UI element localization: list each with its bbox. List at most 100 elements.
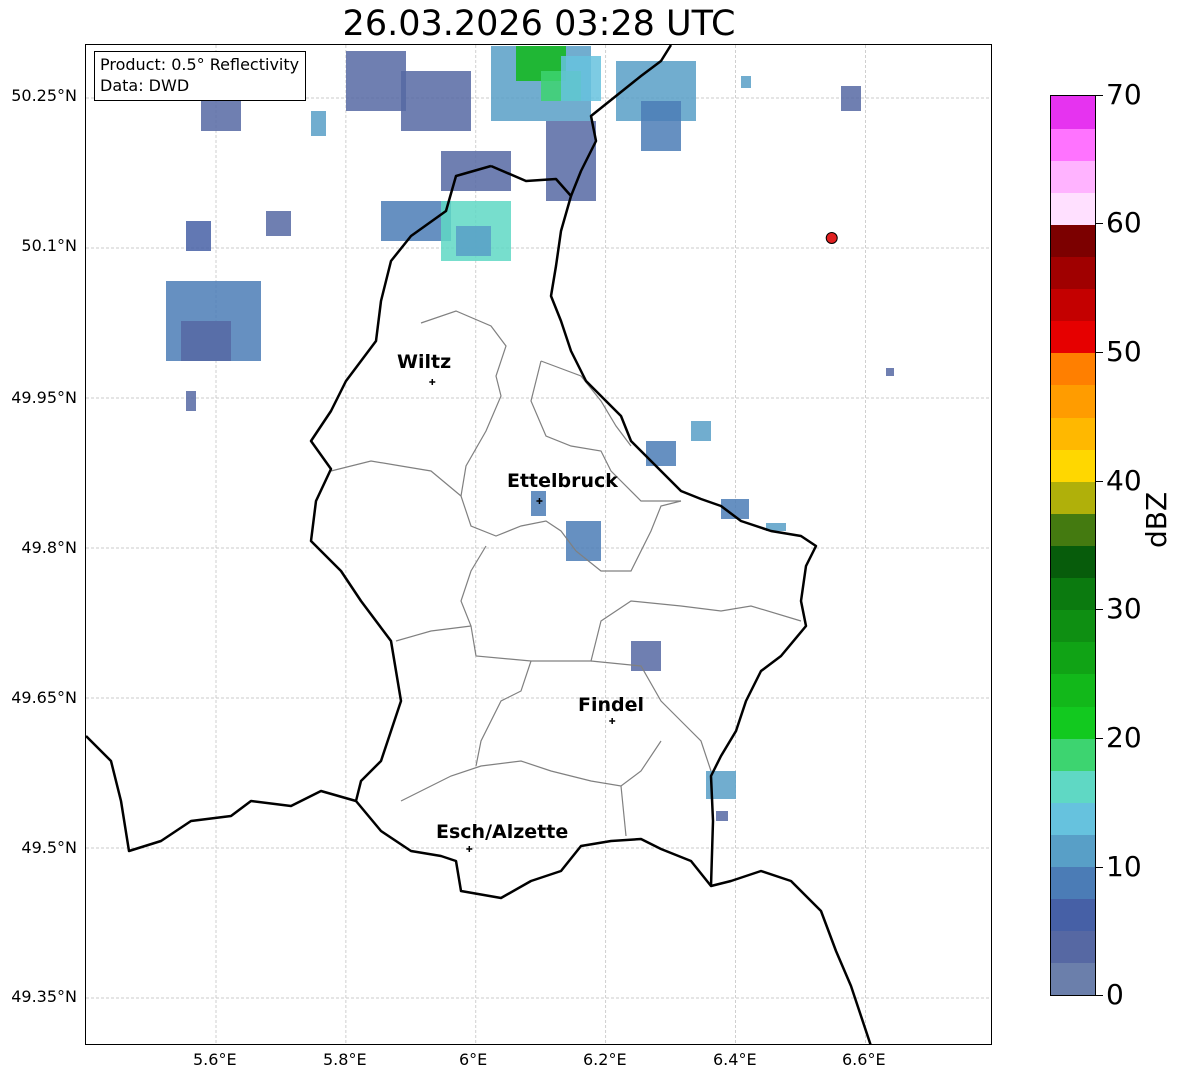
lat-label: 49.65°N xyxy=(11,688,77,707)
colorbar-band xyxy=(1051,288,1095,322)
colorbar-tick-label: 40 xyxy=(1106,464,1142,497)
colorbar-tick-label: 60 xyxy=(1106,206,1142,239)
radar-echo xyxy=(381,201,451,241)
canton-boundary xyxy=(460,495,577,552)
canton-boundary xyxy=(540,360,632,447)
colorbar-tick-label: 50 xyxy=(1106,335,1142,368)
radar-echoes xyxy=(166,46,894,821)
lat-label: 50.1°N xyxy=(21,236,77,255)
colorbar-band xyxy=(1051,128,1095,161)
colorbar-band xyxy=(1051,224,1095,258)
radar-echo xyxy=(691,421,711,441)
colorbar-band xyxy=(1051,738,1095,771)
radar-echo xyxy=(631,641,661,671)
colorbar-tick xyxy=(1096,738,1103,739)
colorbar-band xyxy=(1051,320,1095,354)
city-label-esch-alzette: Esch/Alzette xyxy=(436,821,569,843)
grid-lines xyxy=(86,45,991,1044)
colorbar-band xyxy=(1051,192,1095,225)
map-canvas[interactable] xyxy=(86,45,992,1045)
colorbar-band xyxy=(1051,96,1095,129)
lat-label: 49.35°N xyxy=(11,987,77,1006)
info-box: Product: 0.5° Reflectivity Data: DWD xyxy=(94,51,307,101)
colorbar-tick xyxy=(1096,481,1103,482)
lon-label: 6.6°E xyxy=(842,1050,886,1069)
radar-echo xyxy=(311,111,326,136)
colorbar-tick-label: 10 xyxy=(1106,850,1142,883)
colorbar-tick-label: 70 xyxy=(1106,78,1142,111)
radar-site-marker xyxy=(825,232,838,244)
lon-label: 6.4°E xyxy=(713,1050,757,1069)
lat-label: 49.5°N xyxy=(21,838,77,857)
product-label: Product: 0.5° Reflectivity xyxy=(100,55,300,74)
colorbar-band xyxy=(1051,609,1095,643)
city-label-findel: Findel xyxy=(578,694,645,716)
colorbar-band xyxy=(1051,930,1095,964)
colorbar-tick xyxy=(1096,223,1103,224)
radar-echo xyxy=(561,56,601,101)
colorbar-band xyxy=(1051,352,1095,386)
map-title: 26.03.2026 03:28 UTC xyxy=(342,4,736,44)
canton-boundary xyxy=(330,460,462,497)
colorbar-band xyxy=(1051,673,1095,707)
colorbar-band xyxy=(1051,481,1095,514)
colorbar-band xyxy=(1051,802,1095,835)
country-border xyxy=(86,735,357,853)
country-borders xyxy=(86,45,872,1044)
colorbar-band xyxy=(1051,962,1095,996)
colorbar-band xyxy=(1051,834,1095,868)
colorbar-tick xyxy=(1096,95,1103,96)
colorbar-tick-label: 0 xyxy=(1106,978,1124,1011)
radar-echo xyxy=(546,121,596,201)
radar-echo xyxy=(186,221,211,251)
radar-echo xyxy=(641,101,681,151)
radar-echo xyxy=(456,226,491,256)
radar-echo xyxy=(841,86,861,111)
canton-boundary xyxy=(420,310,507,497)
colorbar-tick xyxy=(1096,352,1103,353)
canton-boundary xyxy=(620,785,627,837)
lon-label: 6°E xyxy=(459,1050,488,1069)
colorbar-band xyxy=(1051,577,1095,611)
lon-label: 5.6°E xyxy=(193,1050,237,1069)
radar-echo xyxy=(346,51,406,111)
radar-echo xyxy=(716,811,728,821)
colorbar xyxy=(1050,95,1096,996)
country-border xyxy=(309,164,872,1044)
radar-echo xyxy=(531,491,546,516)
canton-boundaries xyxy=(330,310,802,837)
lon-label: 6.2°E xyxy=(583,1050,627,1069)
city-label-ettelbruck: Ettelbruck xyxy=(507,470,618,492)
radar-echo xyxy=(266,211,291,236)
colorbar-tick-label: 20 xyxy=(1106,721,1142,754)
canton-boundary xyxy=(590,660,712,772)
canton-boundary xyxy=(475,660,532,767)
colorbar-band xyxy=(1051,770,1095,803)
data-source-label: Data: DWD xyxy=(100,76,190,95)
lat-label: 50.25°N xyxy=(11,86,77,105)
colorbar-band xyxy=(1051,898,1095,932)
colorbar-tick-label: 30 xyxy=(1106,592,1142,625)
radar-echo xyxy=(566,521,601,561)
colorbar-band xyxy=(1051,417,1095,450)
colorbar-band xyxy=(1051,384,1095,418)
colorbar-band xyxy=(1051,641,1095,675)
colorbar-band xyxy=(1051,160,1095,193)
colorbar-band xyxy=(1051,449,1095,482)
radar-echo xyxy=(741,76,751,88)
radar-echo xyxy=(886,368,894,376)
lon-label: 5.8°E xyxy=(323,1050,367,1069)
colorbar-band xyxy=(1051,706,1095,739)
colorbar-band xyxy=(1051,545,1095,579)
canton-boundary xyxy=(395,625,472,642)
colorbar-tick xyxy=(1096,995,1103,996)
colorbar-tick xyxy=(1096,867,1103,868)
colorbar-band xyxy=(1051,513,1095,546)
colorbar-band xyxy=(1051,256,1095,290)
map-frame[interactable] xyxy=(85,44,992,1045)
radar-echo xyxy=(401,71,471,131)
colorbar-tick xyxy=(1096,609,1103,610)
colorbar-title: dBZ xyxy=(1140,491,1173,548)
radar-echo xyxy=(181,321,231,361)
lat-label: 49.8°N xyxy=(21,538,77,557)
